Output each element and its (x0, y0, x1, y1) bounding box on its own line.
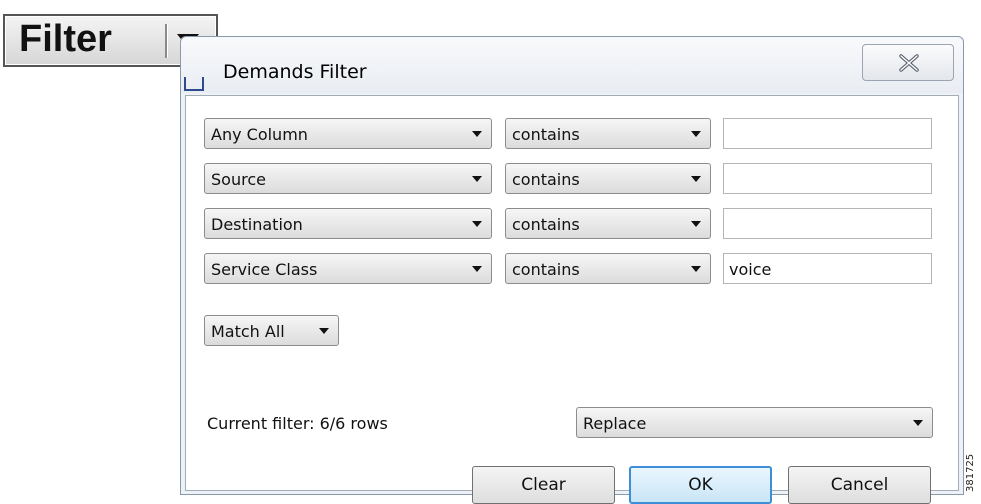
column-select-2-value: Source (211, 170, 266, 189)
column-select-2[interactable]: Source (204, 163, 492, 194)
value-input-4-text: voice (729, 260, 772, 279)
value-input-1[interactable] (723, 118, 932, 149)
chevron-down-icon (691, 221, 701, 227)
apply-mode-value: Replace (583, 414, 647, 433)
close-icon (899, 54, 919, 72)
value-input-2[interactable] (723, 163, 932, 194)
chevron-down-icon (472, 266, 482, 272)
chevron-down-icon (472, 176, 482, 182)
column-select-3[interactable]: Destination (204, 208, 492, 239)
chevron-down-icon (691, 266, 701, 272)
app-window-icon (184, 77, 204, 91)
title-bar: Demands Filter (181, 37, 963, 93)
dialog-title: Demands Filter (223, 61, 367, 83)
column-select-1[interactable]: Any Column (204, 118, 492, 149)
value-input-4[interactable]: voice (723, 253, 932, 284)
match-mode-select[interactable]: Match All (204, 315, 339, 346)
operator-select-4[interactable]: contains (505, 253, 711, 284)
dialog-body: Any Column contains Source contains Dest… (185, 95, 959, 504)
operator-select-4-value: contains (512, 260, 580, 279)
filter-button-separator (165, 24, 168, 58)
column-select-1-value: Any Column (211, 125, 308, 144)
column-select-3-value: Destination (211, 215, 303, 234)
filter-button-label: Filter (19, 18, 112, 60)
chevron-down-icon (472, 221, 482, 227)
column-select-4[interactable]: Service Class (204, 253, 492, 284)
cancel-button[interactable]: Cancel (788, 466, 931, 504)
chevron-down-icon (913, 420, 923, 426)
operator-select-2-value: contains (512, 170, 580, 189)
operator-select-2[interactable]: contains (505, 163, 711, 194)
value-input-3[interactable] (723, 208, 932, 239)
operator-select-1[interactable]: contains (505, 118, 711, 149)
close-button[interactable] (862, 44, 954, 81)
figure-id-label: 381725 (963, 430, 979, 494)
chevron-down-icon (319, 328, 329, 334)
match-mode-value: Match All (211, 322, 285, 341)
operator-select-3[interactable]: contains (505, 208, 711, 239)
clear-button[interactable]: Clear (472, 466, 615, 504)
chevron-down-icon (691, 176, 701, 182)
current-filter-status: Current filter: 6/6 rows (207, 414, 388, 433)
column-select-4-value: Service Class (211, 260, 318, 279)
operator-select-3-value: contains (512, 215, 580, 234)
operator-select-1-value: contains (512, 125, 580, 144)
chevron-down-icon (472, 131, 482, 137)
chevron-down-icon (691, 131, 701, 137)
demands-filter-dialog: Demands Filter Any Column contains Sourc… (180, 36, 964, 504)
figure-id-text: 381725 (965, 453, 976, 492)
ok-button[interactable]: OK (629, 466, 772, 504)
apply-mode-select[interactable]: Replace (576, 407, 933, 438)
